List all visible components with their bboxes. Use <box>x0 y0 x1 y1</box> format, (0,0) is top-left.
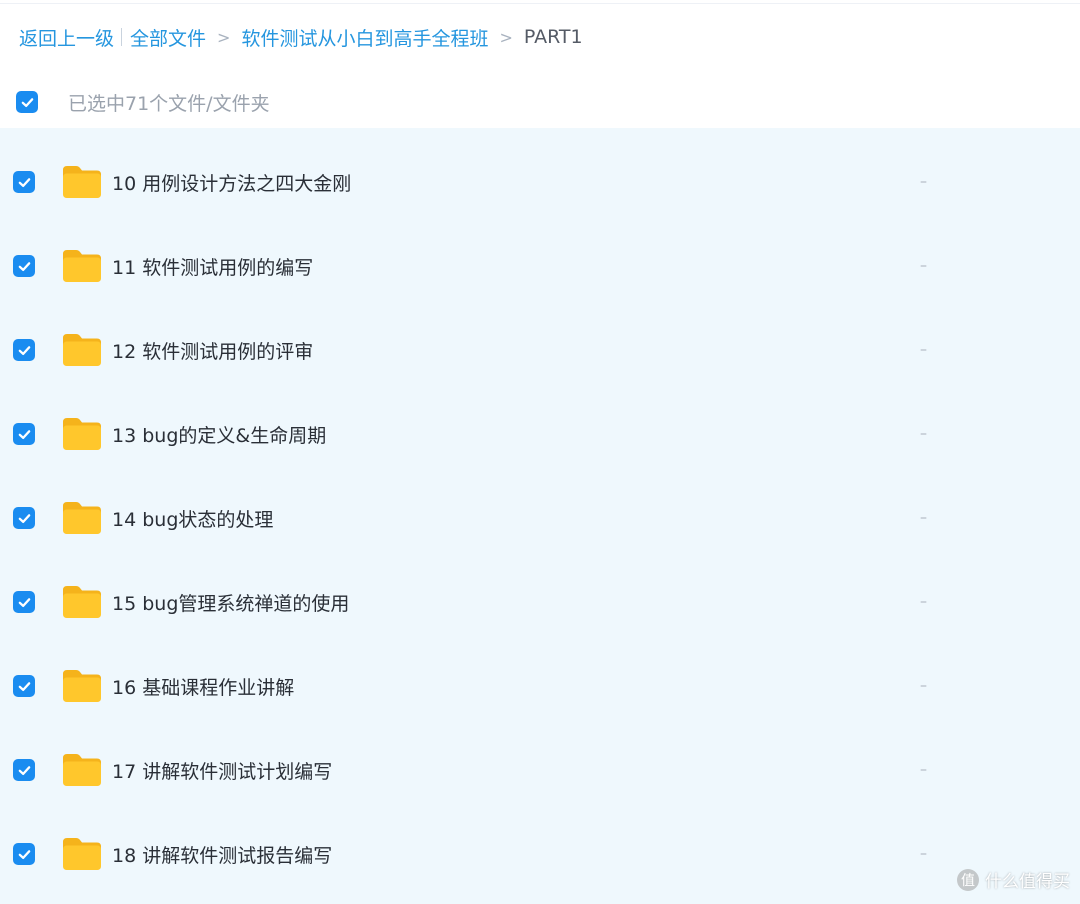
file-size: – <box>920 762 927 778</box>
file-name[interactable]: 10 用例设计方法之四大金刚 <box>112 169 351 196</box>
file-browser-page: 返回上一级 全部文件 > 软件测试从小白到高手全程班 > PART1 已选中71… <box>0 0 1080 904</box>
breadcrumb-course[interactable]: 软件测试从小白到高手全程班 <box>241 24 488 51</box>
row-checkbox[interactable] <box>13 423 35 445</box>
row-checkbox[interactable] <box>13 675 35 697</box>
checkmark-icon <box>21 97 33 107</box>
file-size: – <box>920 510 927 526</box>
folder-icon <box>63 754 101 786</box>
checkmark-icon <box>18 513 30 523</box>
breadcrumb-arrow-icon: > <box>217 27 231 47</box>
file-size: – <box>920 678 927 694</box>
table-row[interactable]: 17 讲解软件测试计划编写 – <box>0 728 1080 812</box>
file-name[interactable]: 18 讲解软件测试报告编写 <box>112 841 332 868</box>
folder-icon <box>63 838 101 870</box>
folder-icon <box>63 418 101 450</box>
breadcrumb-arrow-icon: > <box>499 27 513 47</box>
row-checkbox[interactable] <box>13 339 35 361</box>
file-name[interactable]: 11 软件测试用例的编写 <box>112 253 313 280</box>
top-divider <box>0 0 1080 4</box>
watermark-text: 什么值得买 <box>985 872 1070 892</box>
table-row[interactable]: 11 软件测试用例的编写 – <box>0 224 1080 308</box>
file-name[interactable]: 15 bug管理系统禅道的使用 <box>112 589 349 616</box>
checkmark-icon <box>18 429 30 439</box>
checkmark-icon <box>18 765 30 775</box>
file-name[interactable]: 13 bug的定义&生命周期 <box>112 421 326 448</box>
file-name[interactable]: 16 基础课程作业讲解 <box>112 673 294 700</box>
row-checkbox[interactable] <box>13 759 35 781</box>
row-checkbox[interactable] <box>13 843 35 865</box>
selection-header: 已选中71个文件/文件夹 <box>0 76 1080 128</box>
table-row[interactable]: 15 bug管理系统禅道的使用 – <box>0 560 1080 644</box>
folder-icon <box>63 166 101 198</box>
file-size: – <box>920 426 927 442</box>
selection-summary: 已选中71个文件/文件夹 <box>68 92 270 115</box>
select-all-checkbox[interactable] <box>16 91 38 113</box>
breadcrumb-all-files[interactable]: 全部文件 <box>130 24 206 51</box>
checkmark-icon <box>18 345 30 355</box>
table-row[interactable]: 18 讲解软件测试报告编写 – <box>0 812 1080 896</box>
file-list: 10 用例设计方法之四大金刚 –11 软件测试用例的编写 –12 软件测试用例的评审… <box>0 128 1080 904</box>
folder-icon <box>63 502 101 534</box>
folder-icon <box>63 334 101 366</box>
table-row[interactable]: 12 软件测试用例的评审 – <box>0 308 1080 392</box>
file-name[interactable]: 12 软件测试用例的评审 <box>112 337 313 364</box>
file-name[interactable]: 17 讲解软件测试计划编写 <box>112 757 332 784</box>
file-size: – <box>920 174 927 190</box>
row-checkbox[interactable] <box>13 255 35 277</box>
breadcrumb-current: PART1 <box>523 26 583 48</box>
file-size: – <box>920 594 927 610</box>
row-checkbox[interactable] <box>13 507 35 529</box>
table-row[interactable]: 13 bug的定义&生命周期 – <box>0 392 1080 476</box>
row-checkbox[interactable] <box>13 171 35 193</box>
file-size: – <box>920 846 927 862</box>
file-size: – <box>920 258 927 274</box>
back-link[interactable]: 返回上一级 <box>19 24 114 51</box>
checkmark-icon <box>18 681 30 691</box>
breadcrumb: 返回上一级 全部文件 > 软件测试从小白到高手全程班 > PART1 <box>19 22 583 52</box>
table-row[interactable]: 10 用例设计方法之四大金刚 – <box>0 140 1080 224</box>
breadcrumb-divider <box>121 28 123 46</box>
file-size: – <box>920 342 927 358</box>
table-row[interactable]: 16 基础课程作业讲解 – <box>0 644 1080 728</box>
checkmark-icon <box>18 177 30 187</box>
checkmark-icon <box>18 849 30 859</box>
folder-icon <box>63 670 101 702</box>
watermark: 值 什么值得买 <box>957 867 1070 892</box>
folder-icon <box>63 250 101 282</box>
watermark-logo: 值 <box>957 868 979 891</box>
checkmark-icon <box>18 261 30 271</box>
row-checkbox[interactable] <box>13 591 35 613</box>
checkmark-icon <box>18 597 30 607</box>
table-row[interactable]: 14 bug状态的处理 – <box>0 476 1080 560</box>
folder-icon <box>63 586 101 618</box>
file-name[interactable]: 14 bug状态的处理 <box>112 505 273 532</box>
